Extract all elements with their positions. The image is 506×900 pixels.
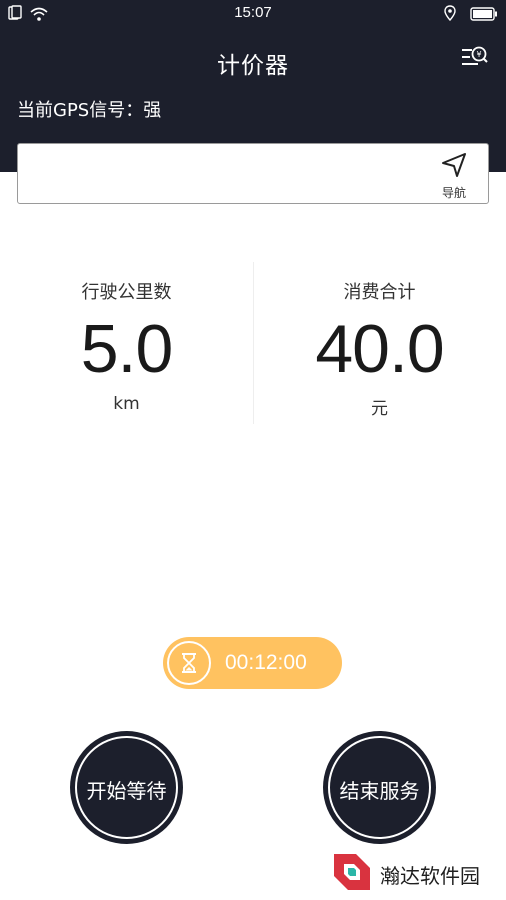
- status-time: 15:07: [234, 4, 272, 21]
- end-service-label: 结束服务: [339, 779, 420, 803]
- location-icon: [444, 5, 456, 25]
- start-wait-label: 开始等待: [86, 779, 167, 803]
- navigation-label: 导航: [441, 186, 466, 200]
- navigation-arrow-icon: [441, 153, 467, 182]
- end-service-button[interactable]: 结束服务: [323, 731, 436, 844]
- battery-icon: [470, 6, 498, 25]
- fare-list-button[interactable]: ¥: [460, 44, 488, 72]
- distance-value: 5.0: [80, 311, 174, 387]
- distance-stat: 行驶公里数 5.0 km: [0, 278, 253, 414]
- distance-unit: km: [113, 394, 140, 414]
- svg-text:¥: ¥: [476, 50, 481, 59]
- cost-stat: 消费合计 40.0 元: [253, 278, 506, 419]
- gps-status: 当前GPS信号：强: [17, 100, 162, 121]
- hourglass-icon: [167, 641, 211, 685]
- watermark-logo-icon: [330, 850, 374, 898]
- cost-label: 消费合计: [343, 282, 416, 303]
- fare-list-icon: ¥: [460, 46, 488, 76]
- watermark-text: 瀚达软件园: [380, 863, 480, 888]
- distance-label: 行驶公里数: [81, 282, 172, 303]
- cost-unit: 元: [371, 399, 388, 419]
- start-wait-button[interactable]: 开始等待: [70, 731, 183, 844]
- cost-value: 40.0: [315, 311, 444, 387]
- page-title: 计价器: [217, 53, 289, 79]
- watermark: 瀚达软件园: [330, 852, 480, 896]
- timer-value: 00:12:00: [225, 651, 307, 674]
- status-right-icons: [444, 5, 498, 25]
- status-bar: 15:07: [0, 0, 506, 26]
- navigation-button[interactable]: 导航: [436, 152, 472, 200]
- destination-input[interactable]: 导航: [17, 143, 489, 204]
- wait-timer: 00:12:00: [163, 637, 342, 689]
